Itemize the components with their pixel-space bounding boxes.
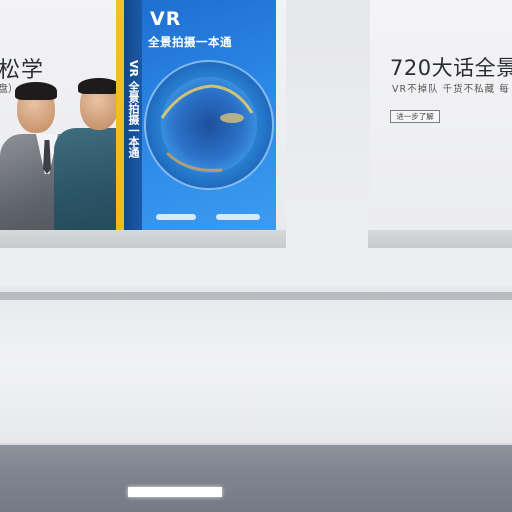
book-title: VR — [150, 8, 182, 30]
promo-title: 720大话全景 — [390, 56, 512, 80]
book-spine-text: VR 全景拍摄一本通 — [127, 60, 140, 158]
learn-more-button[interactable]: 进一步了解 — [390, 110, 440, 123]
wall-gap — [286, 0, 370, 248]
wall-ledge-band — [0, 292, 512, 300]
navigation-hotspot[interactable] — [128, 487, 222, 497]
lower-wall — [0, 300, 512, 445]
floor — [0, 445, 512, 512]
virtual-exhibition-scene: 松学 盘） VR 全景拍摄一本通 VR 全景拍摄一本通 720大话全景 VR不掉… — [0, 0, 512, 512]
book-subtitle: 全景拍摄一本通 — [148, 35, 232, 49]
display-shelf-left — [0, 230, 286, 248]
panorama-globe-image — [144, 60, 274, 190]
publisher-logo — [156, 214, 260, 220]
book-spine: VR 全景拍摄一本通 — [116, 0, 142, 230]
promo-tagline: VR不掉队 千货不私藏 每 — [392, 84, 510, 95]
display-shelf-right — [368, 230, 512, 248]
promo-panel[interactable]: 720大话全景 VR不掉队 千货不私藏 每 进一步了解 — [370, 0, 512, 232]
book-front: VR 全景拍摄一本通 — [142, 0, 276, 230]
book-cover[interactable]: VR 全景拍摄一本通 VR 全景拍摄一本通 — [116, 0, 276, 230]
